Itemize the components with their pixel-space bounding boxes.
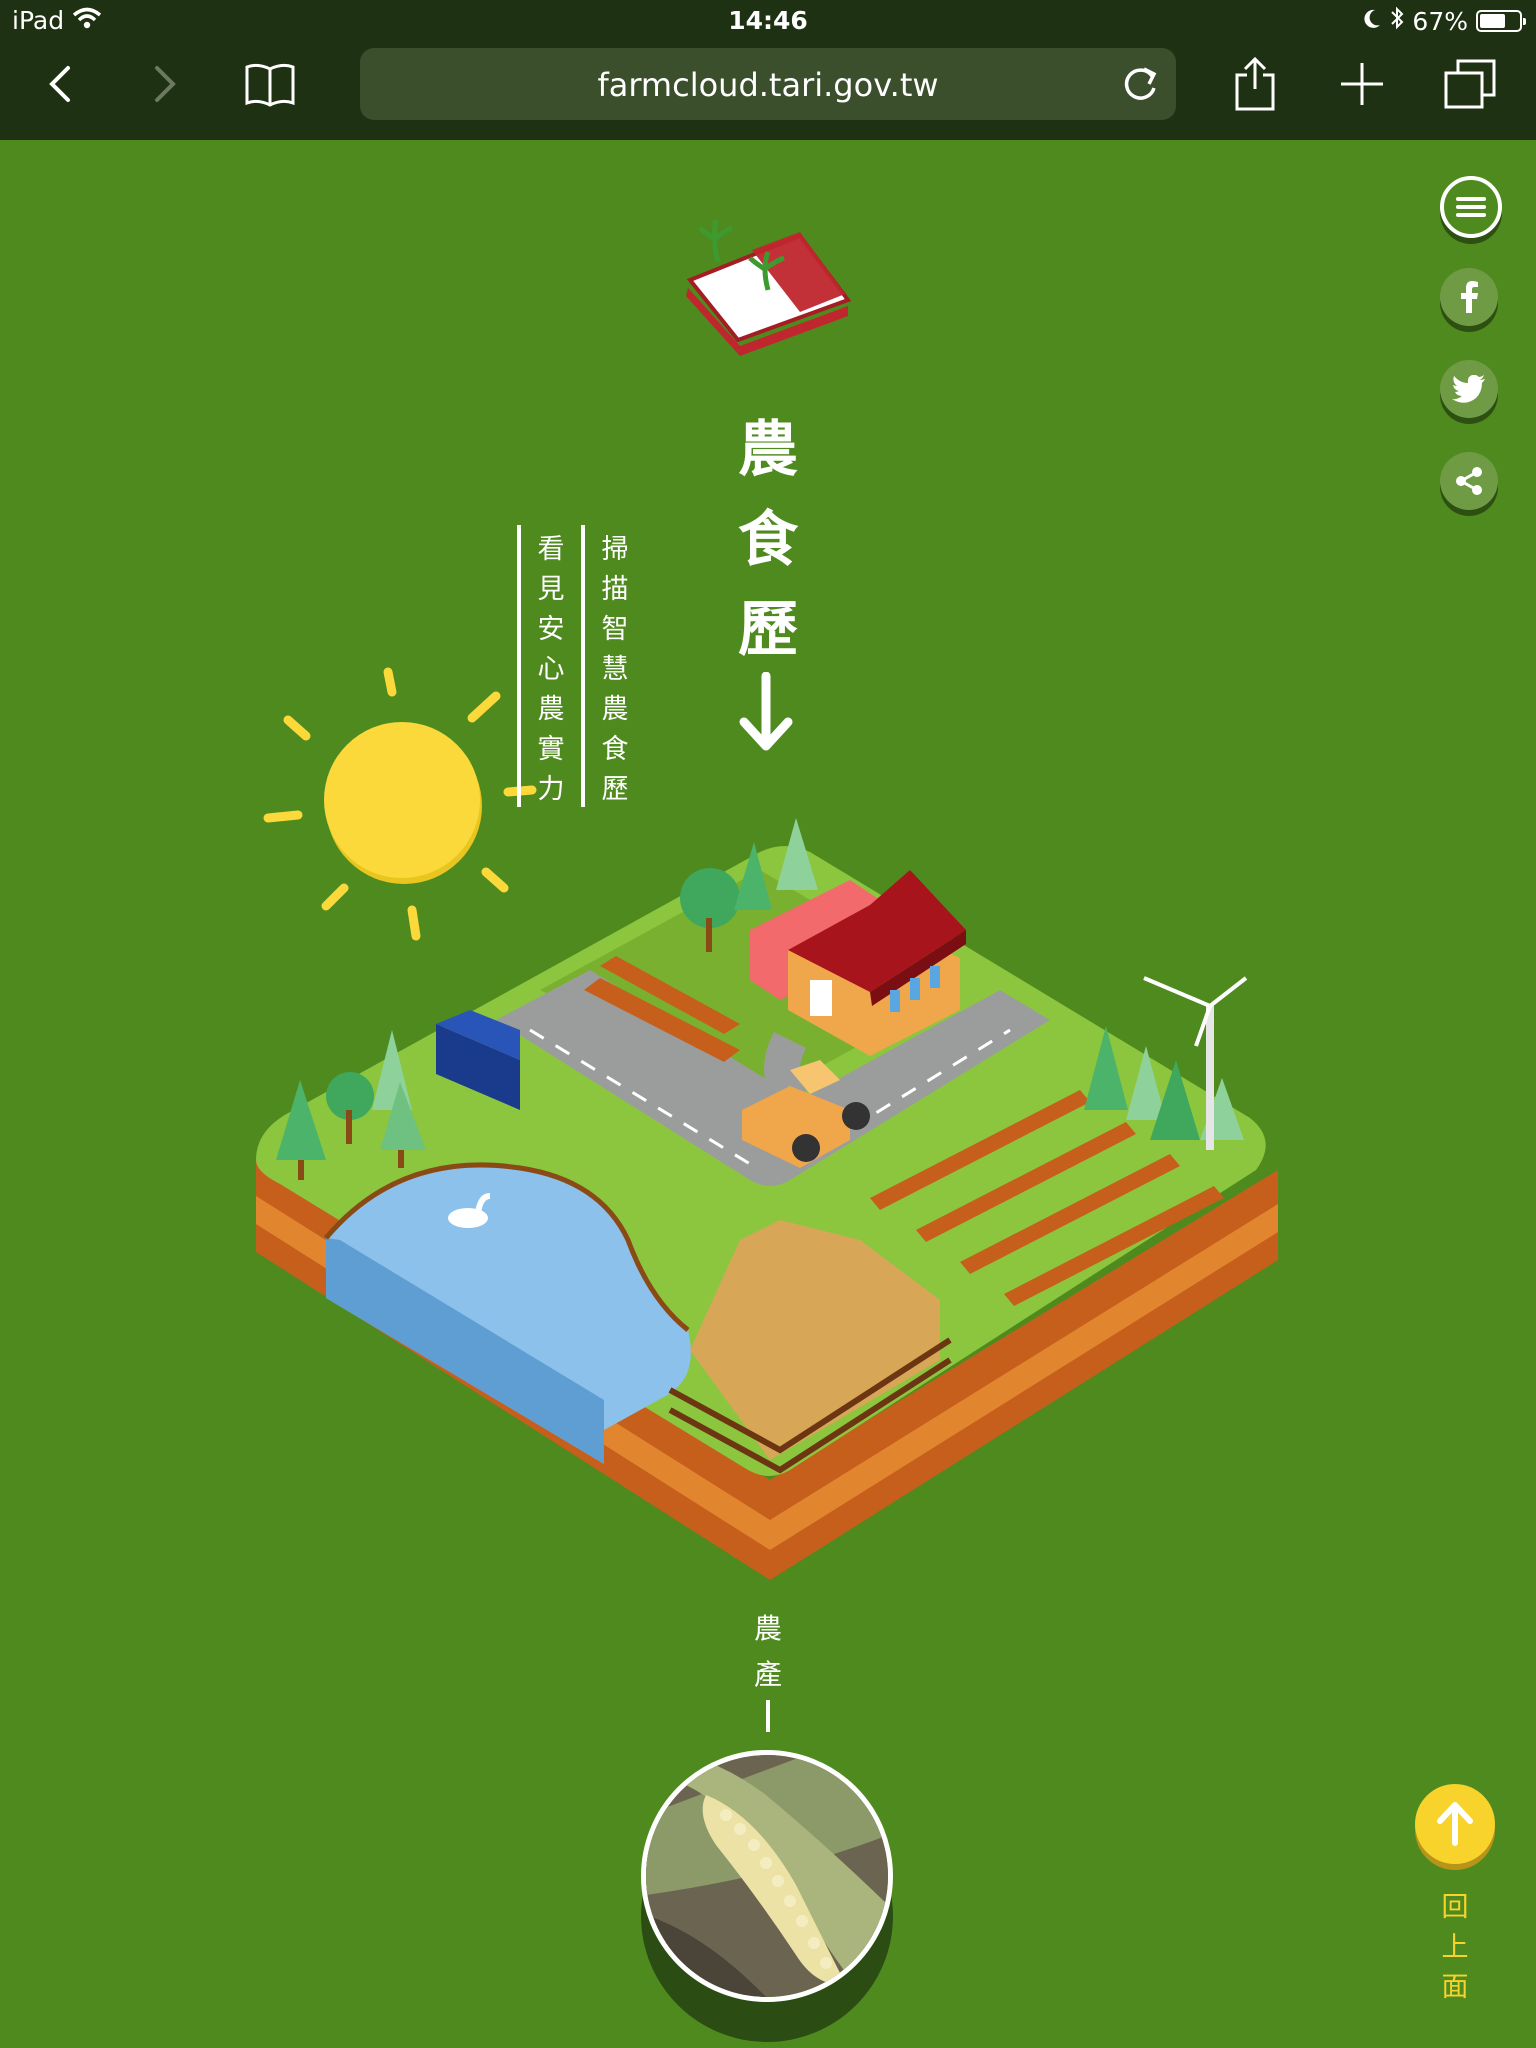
calendar-logo-icon xyxy=(686,219,852,356)
arrow-up-icon xyxy=(1437,1802,1473,1846)
share-sheet-button[interactable] xyxy=(1225,54,1285,114)
title-char: 食 xyxy=(738,505,798,575)
book-icon xyxy=(245,63,295,107)
safari-toolbar: farmcloud.tari.gov.tw xyxy=(0,42,1536,140)
back-to-top-button[interactable] xyxy=(1415,1784,1495,1864)
battery-icon xyxy=(1476,10,1526,32)
title-char: 農 xyxy=(738,415,798,485)
back-button[interactable] xyxy=(30,54,90,114)
section-divider xyxy=(766,1700,770,1732)
title-char: 歷 xyxy=(738,595,798,665)
battery-percent: 67% xyxy=(1412,6,1468,36)
menu-button[interactable] xyxy=(1440,176,1502,238)
back-to-top-label[interactable]: 回 上 面 xyxy=(1438,1888,1472,2008)
address-bar[interactable]: farmcloud.tari.gov.tw xyxy=(360,48,1176,120)
share-box-icon xyxy=(1235,57,1275,111)
chevron-left-icon xyxy=(49,66,70,102)
clock: 14:46 xyxy=(728,6,808,35)
battery-level xyxy=(1480,14,1505,28)
chevron-right-icon xyxy=(155,66,176,102)
menu-icon xyxy=(1456,197,1486,217)
sun-icon xyxy=(263,667,537,941)
tagline-divider xyxy=(581,525,585,807)
reload-icon[interactable] xyxy=(1116,60,1164,112)
corn-image xyxy=(646,1755,888,1997)
share-button[interactable] xyxy=(1440,452,1498,510)
page-title: 農 食 歷 xyxy=(735,405,801,675)
new-tab-button[interactable] xyxy=(1332,54,1392,114)
twitter-icon xyxy=(1452,375,1485,403)
forward-button[interactable] xyxy=(135,54,195,114)
tabs-button[interactable] xyxy=(1440,54,1500,114)
tagline-scan: 掃 描 智 慧 農 食 歷 xyxy=(601,534,629,805)
facebook-icon xyxy=(1461,281,1478,313)
facebook-share-button[interactable] xyxy=(1440,268,1498,326)
url-text: farmcloud.tari.gov.tw xyxy=(597,66,939,104)
arrow-down-icon xyxy=(739,672,793,751)
bookmarks-button[interactable] xyxy=(240,54,300,114)
tagline-see: 看 見 安 心 農 實 力 xyxy=(537,534,565,805)
corn-product-photo[interactable] xyxy=(641,1750,893,2002)
tabs-icon xyxy=(1444,59,1496,109)
share-icon xyxy=(1456,467,1482,495)
section-label: 農 產 xyxy=(753,1612,782,1691)
status-bar: iPad 14:46 67% xyxy=(0,0,1536,42)
bluetooth-icon xyxy=(1390,6,1404,36)
tagline-divider xyxy=(517,525,521,807)
moon-icon xyxy=(1362,7,1382,36)
plus-icon xyxy=(1341,63,1383,105)
browser-chrome: iPad 14:46 67% farmcloud.tari.gov.tw xyxy=(0,0,1536,140)
twitter-share-button[interactable] xyxy=(1440,360,1498,418)
status-right: 67% xyxy=(1362,6,1526,36)
